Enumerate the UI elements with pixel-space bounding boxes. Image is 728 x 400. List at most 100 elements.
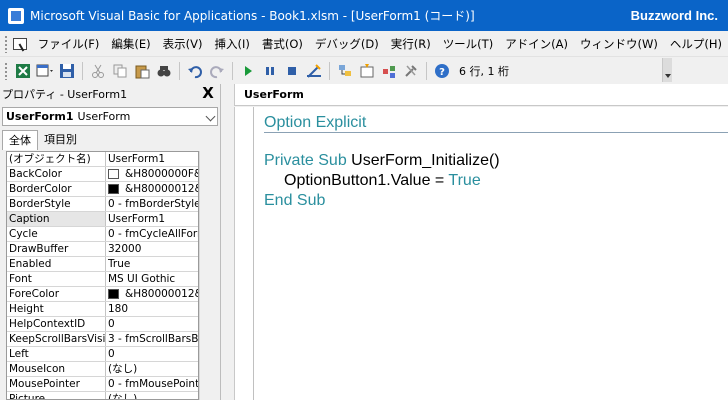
property-row[interactable]: Caption UserForm1 [7, 212, 198, 227]
tab-categorized[interactable]: 項目別 [38, 130, 83, 150]
properties-scrollbar[interactable] [199, 151, 216, 400]
property-value[interactable]: 0 - fmBorderStyleNone [106, 197, 198, 211]
design-mode-icon[interactable] [304, 61, 324, 81]
title-bar: Microsoft Visual Basic for Applications … [0, 0, 728, 31]
code-object-dropdown[interactable]: UserForm [234, 84, 728, 106]
toolbar-separator [82, 61, 83, 80]
cursor-position-status: 6 行, 1 桁 [459, 64, 509, 78]
property-row[interactable]: Height 180 [7, 302, 198, 317]
menu-insert[interactable]: 挿入(I) [208, 36, 255, 52]
property-row[interactable]: Font MS UI Gothic [7, 272, 198, 287]
property-row[interactable]: BorderColor &H80000012& [7, 182, 198, 197]
property-row[interactable]: Picture (なし) [7, 392, 198, 399]
property-row[interactable]: BackColor &H8000000F& [7, 167, 198, 182]
project-explorer-icon[interactable] [335, 61, 355, 81]
property-row[interactable]: BorderStyle0 - fmBorderStyleNone [7, 197, 198, 212]
code-text[interactable]: Option Explicit Private Sub UserForm_Ini… [264, 113, 728, 211]
menu-run[interactable]: 実行(R) [385, 36, 437, 52]
property-row[interactable]: KeepScrollBarsVisible3 - fmScrollBarsBot… [7, 332, 198, 347]
help-icon[interactable]: ? [432, 61, 452, 81]
menu-format[interactable]: 書式(O) [256, 36, 309, 52]
property-value[interactable]: 32000 [106, 242, 198, 256]
stop-icon[interactable] [282, 61, 302, 81]
menu-bar: ファイル(F) 編集(E) 表示(V) 挿入(I) 書式(O) デバッグ(D) … [0, 31, 728, 57]
property-value[interactable]: 0 [106, 317, 198, 331]
code-line-sub-header[interactable]: Private Sub UserForm_Initialize() [264, 151, 728, 171]
property-value[interactable]: &H8000000F& [106, 167, 198, 181]
excel-icon[interactable] [13, 61, 33, 81]
excel-view-icon[interactable] [11, 36, 27, 52]
save-icon[interactable] [57, 61, 77, 81]
pause-icon[interactable] [260, 61, 280, 81]
property-name: MousePointer [7, 377, 106, 391]
redo-icon[interactable] [207, 61, 227, 81]
property-value[interactable]: 180 [106, 302, 198, 316]
tab-alphabetic[interactable]: 全体 [2, 130, 38, 150]
toolbar-grip-handle[interactable] [4, 61, 8, 80]
property-row[interactable]: Cycle0 - fmCycleAllForms [7, 227, 198, 242]
insert-userform-icon[interactable] [35, 61, 55, 81]
property-row[interactable]: Enabled True [7, 257, 198, 272]
code-line-statement[interactable]: OptionButton1.Value = True [264, 171, 728, 191]
property-value-text: UserForm1 [108, 153, 166, 165]
property-row[interactable]: Left 0 [7, 347, 198, 362]
toolbar-separator [426, 61, 427, 80]
toolbar-options-dropdown[interactable] [662, 58, 672, 82]
property-value[interactable]: (なし) [106, 392, 198, 399]
pane-splitter[interactable] [221, 84, 234, 400]
property-value-text: 0 - fmBorderStyleNone [108, 198, 198, 210]
copy-icon[interactable] [110, 61, 130, 81]
property-value-text: 0 - fmCycleAllForms [108, 228, 198, 240]
code-margin-indicator-bar[interactable] [235, 107, 254, 400]
menubar-grip-handle[interactable] [4, 34, 8, 53]
property-row[interactable]: MousePointer0 - fmMousePointerDefault [7, 377, 198, 392]
menu-addins[interactable]: アドイン(A) [499, 36, 574, 52]
menu-debug[interactable]: デバッグ(D) [309, 36, 385, 52]
code-blank-line[interactable] [264, 133, 728, 151]
properties-window-icon[interactable] [357, 61, 377, 81]
object-browser-icon[interactable] [379, 61, 399, 81]
property-value[interactable]: (なし) [106, 362, 198, 376]
menu-file[interactable]: ファイル(F) [32, 36, 106, 52]
vba-app-icon[interactable] [8, 7, 24, 24]
property-value[interactable]: 0 [106, 347, 198, 361]
property-name: KeepScrollBarsVisible [9, 332, 106, 346]
cut-icon[interactable] [88, 61, 108, 81]
standard-toolbar: ? 6 行, 1 桁 [0, 57, 672, 84]
property-value-text: 0 - fmMousePointerDefault [108, 378, 198, 390]
object-selector-dropdown[interactable]: UserForm1 UserForm [2, 107, 218, 126]
close-icon[interactable]: X [200, 85, 216, 101]
property-row[interactable]: MouseIcon (なし) [7, 362, 198, 377]
property-value-text: &H8000000F& [125, 168, 198, 180]
property-value[interactable]: MS UI Gothic [106, 272, 198, 286]
property-value[interactable]: UserForm1 [106, 212, 198, 226]
code-editor[interactable]: Option Explicit Private Sub UserForm_Ini… [234, 107, 728, 400]
menu-window[interactable]: ウィンドウ(W) [574, 36, 664, 52]
property-row[interactable]: (オブジェクト名) UserForm1 [7, 152, 198, 167]
code-line-option-explicit[interactable]: Option Explicit [264, 113, 728, 133]
undo-icon[interactable] [185, 61, 205, 81]
property-value[interactable]: 0 - fmMousePointerDefault [106, 377, 198, 391]
menu-view[interactable]: 表示(V) [157, 36, 209, 52]
property-value[interactable]: True [106, 257, 198, 271]
menu-help[interactable]: ヘルプ(H) [664, 36, 728, 52]
run-icon[interactable] [238, 61, 258, 81]
property-value[interactable]: &H80000012& [106, 182, 198, 196]
paste-icon[interactable] [132, 61, 152, 81]
property-value[interactable]: 0 - fmCycleAllForms [106, 227, 198, 241]
statement-text: OptionButton1.Value = [284, 172, 449, 189]
property-value[interactable]: 3 - fmScrollBarsBoth [106, 332, 198, 346]
code-line-end-sub[interactable]: End Sub [264, 191, 728, 211]
find-icon[interactable] [154, 61, 174, 81]
property-value[interactable]: UserForm1 [106, 152, 198, 166]
property-name: (オブジェクト名) [7, 152, 106, 166]
properties-title: プロパティ - UserForm1 [2, 88, 128, 101]
property-name: Cycle [7, 227, 106, 241]
property-row[interactable]: HelpContextID 0 [7, 317, 198, 332]
menu-tools[interactable]: ツール(T) [437, 36, 500, 52]
menu-edit[interactable]: 編集(E) [105, 36, 156, 52]
property-value[interactable]: &H80000012& [106, 287, 198, 301]
property-row[interactable]: DrawBuffer 32000 [7, 242, 198, 257]
toolbox-icon[interactable] [401, 61, 421, 81]
property-row[interactable]: ForeColor &H80000012& [7, 287, 198, 302]
